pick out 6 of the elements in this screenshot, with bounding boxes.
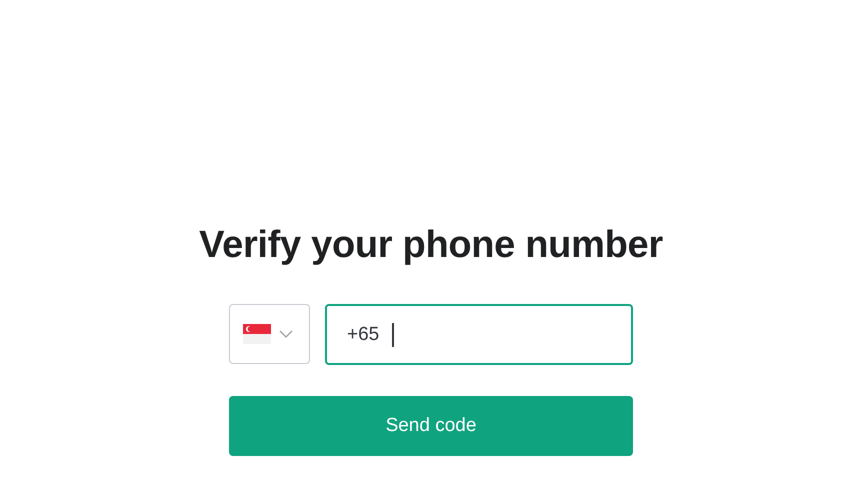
country-select[interactable] — [229, 304, 310, 364]
chevron-icon — [279, 330, 293, 338]
phone-input-field[interactable]: +65 — [325, 304, 633, 365]
text-caret — [392, 322, 394, 346]
page-heading: Verify your phone number — [198, 223, 664, 268]
flag-icon — [243, 324, 271, 344]
